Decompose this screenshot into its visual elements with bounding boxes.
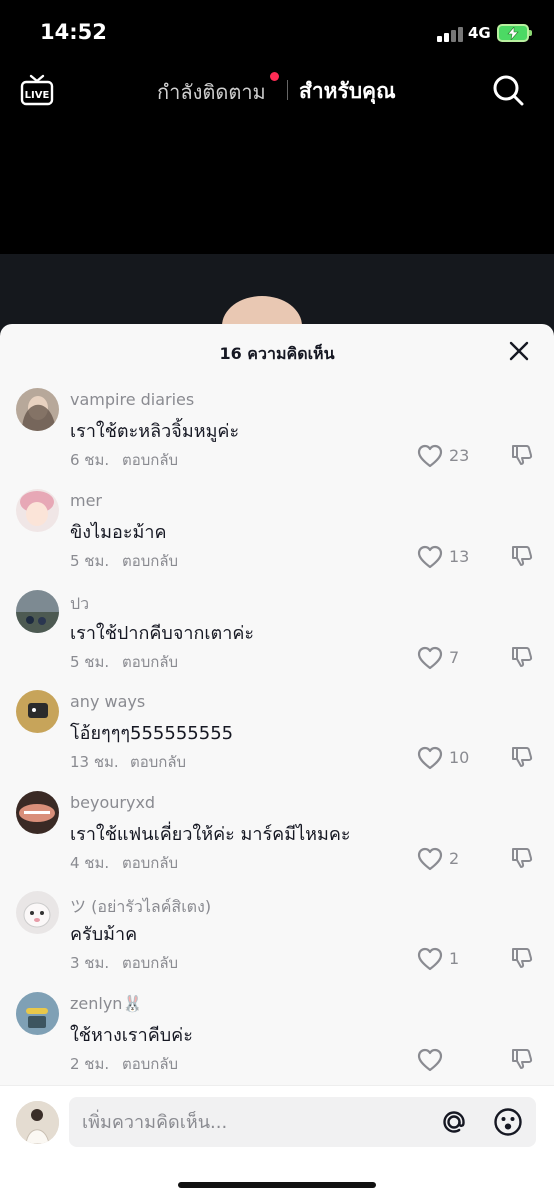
comment-username[interactable]: vampire diaries: [70, 390, 194, 409]
comment-username[interactable]: mer: [70, 491, 102, 510]
heart-icon[interactable]: [417, 947, 443, 971]
video-player[interactable]: [0, 254, 554, 334]
like-count: 10: [449, 748, 470, 767]
avatar[interactable]: [16, 791, 59, 834]
avatar[interactable]: [16, 489, 59, 532]
thumbs-down-icon[interactable]: [510, 745, 534, 769]
comment-text: โอ้ยๆๆๆ555555555: [70, 723, 234, 744]
comment-time: 5 ชม.: [70, 552, 110, 570]
comment-time: 3 ชม.: [70, 954, 110, 972]
live-icon[interactable]: LIVE: [20, 74, 54, 106]
thumbs-down-icon[interactable]: [510, 1047, 534, 1071]
heart-icon[interactable]: [417, 545, 443, 569]
avatar[interactable]: [16, 590, 59, 633]
reply-button[interactable]: ตอบกลับ: [122, 650, 178, 674]
comment-item: vampire diaries เราใช้ตะหลิวจิ้มหมูค่ะ 6…: [0, 388, 554, 488]
comment-time: 6 ชม.: [70, 451, 110, 469]
comment-time: 2 ชม.: [70, 1055, 110, 1073]
comment-time: 4 ชม.: [70, 854, 110, 872]
comment-item: zenlyn🐰 ใช้หางเราคีบค่ะ 2 ชม. ตอบกลับ: [0, 992, 554, 1092]
notification-dot: [270, 72, 279, 81]
comment-item: mer ขิงไมอะม้าค 5 ชม. ตอบกลับ 13: [0, 489, 554, 589]
signal-icon: [437, 26, 465, 42]
comment-input[interactable]: [82, 1109, 422, 1135]
heart-icon[interactable]: [417, 646, 443, 670]
status-time: 14:52: [40, 20, 107, 44]
like-count: 23: [449, 446, 470, 465]
heart-icon[interactable]: [417, 444, 443, 468]
comment-time: 5 ชม.: [70, 653, 110, 671]
comment-text: ขิงไมอะม้าค: [70, 522, 167, 543]
mention-icon[interactable]: [439, 1107, 469, 1137]
thumbs-down-icon[interactable]: [510, 443, 534, 467]
comment-username[interactable]: ปว: [70, 592, 89, 617]
close-icon[interactable]: [508, 340, 530, 362]
search-icon[interactable]: [492, 74, 524, 106]
comments-sheet: 16 ความคิดเห็น vampire diaries เราใช้ตะห…: [0, 324, 554, 1200]
comment-time: 13 ชม.: [70, 753, 119, 771]
comment-username[interactable]: zenlyn🐰: [70, 994, 142, 1013]
reply-button[interactable]: ตอบกลับ: [122, 951, 178, 975]
like-count: 2: [449, 849, 460, 868]
avatar[interactable]: [16, 690, 59, 733]
tab-following[interactable]: กำลังติดตาม: [157, 76, 266, 108]
tab-for-you[interactable]: สำหรับคุณ: [299, 75, 396, 108]
my-avatar: [16, 1101, 59, 1144]
avatar[interactable]: [16, 891, 59, 934]
battery-icon: [497, 24, 532, 42]
heart-icon[interactable]: [417, 847, 443, 871]
thumbs-down-icon[interactable]: [510, 645, 534, 669]
like-count: 7: [449, 648, 460, 667]
like-count: 1: [449, 949, 460, 968]
avatar[interactable]: [16, 992, 59, 1035]
comment-text: เราใช้แฟนเคี่ยวให้ค่ะ มาร์คมีไหมคะ: [70, 824, 351, 845]
comment-text: ครับม้าค: [70, 924, 138, 945]
home-indicator: [178, 1182, 376, 1188]
thumbs-down-icon[interactable]: [510, 946, 534, 970]
comment-username[interactable]: ツ (อย่ารัวไลค์สิเตง): [70, 893, 211, 920]
status-bar: 14:52 4G: [0, 0, 554, 66]
comment-item: beyouryxd เราใช้แฟนเคี่ยวให้ค่ะ มาร์คมีไ…: [0, 791, 554, 891]
like-count: 13: [449, 547, 470, 566]
comment-username[interactable]: any ways: [70, 692, 145, 711]
reply-button[interactable]: ตอบกลับ: [130, 750, 186, 774]
comment-item: ツ (อย่ารัวไลค์สิเตง) ครับม้าค 3 ชม. ตอบก…: [0, 891, 554, 991]
comment-text: เราใช้ตะหลิวจิ้มหมูค่ะ: [70, 421, 240, 442]
reply-button[interactable]: ตอบกลับ: [122, 448, 178, 472]
thumbs-down-icon[interactable]: [510, 544, 534, 568]
thumbs-down-icon[interactable]: [510, 846, 534, 870]
reply-button[interactable]: ตอบกลับ: [122, 1052, 178, 1076]
comment-item: ปว เราใช้ปากคีบจากเตาค่ะ 5 ชม. ตอบกลับ 7: [0, 590, 554, 690]
comment-text: ใช้หางเราคีบค่ะ: [70, 1025, 193, 1046]
svg-text:LIVE: LIVE: [25, 90, 50, 101]
comment-input-box: [69, 1097, 536, 1147]
top-nav: LIVE กำลังติดตาม สำหรับคุณ: [0, 66, 554, 116]
comment-text: เราใช้ปากคีบจากเตาค่ะ: [70, 623, 255, 644]
heart-icon[interactable]: [417, 1048, 443, 1072]
emoji-icon[interactable]: [493, 1107, 523, 1137]
comment-item: any ways โอ้ยๆๆๆ555555555 13 ชม. ตอบกลับ…: [0, 690, 554, 790]
comment-username[interactable]: beyouryxd: [70, 793, 155, 812]
reply-button[interactable]: ตอบกลับ: [122, 549, 178, 573]
network-type: 4G: [468, 24, 491, 42]
heart-icon[interactable]: [417, 746, 443, 770]
comments-count-title: 16 ความคิดเห็น: [219, 344, 335, 363]
comment-composer: [0, 1085, 554, 1200]
tab-divider: [287, 80, 288, 100]
avatar[interactable]: [16, 388, 59, 431]
reply-button[interactable]: ตอบกลับ: [122, 851, 178, 875]
